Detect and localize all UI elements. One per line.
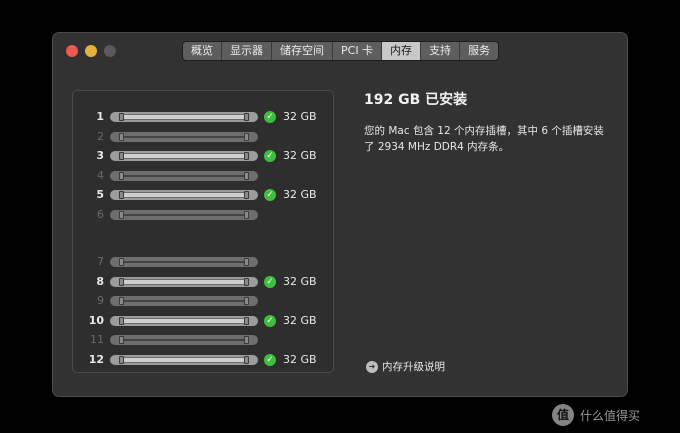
memory-slots-panel: 1 ✓ 32 GB 2 3 ✓ 32 GB 4 5 ✓ 32 GB 6 7 8 ✓ 32 GB 9 10 ✓ 32 G… bbox=[72, 90, 334, 373]
module-size: 32 GB bbox=[283, 314, 317, 327]
tab-service[interactable]: 服务 bbox=[460, 42, 498, 60]
watermark-text: 什么值得买 bbox=[580, 408, 641, 423]
title-bar: 概览 显示器 储存空间 PCI 卡 内存 支持 服务 bbox=[53, 33, 627, 69]
slot-number: 7 bbox=[97, 255, 104, 268]
slot-number: 12 bbox=[88, 353, 104, 366]
memory-upgrade-instructions-label: 内存升级说明 bbox=[382, 361, 445, 373]
module-size: 32 GB bbox=[283, 275, 317, 288]
slot-number: 8 bbox=[96, 275, 104, 288]
checkmark-icon: ✓ bbox=[264, 276, 276, 288]
close-button[interactable] bbox=[66, 45, 78, 57]
memory-slot-6: 6 bbox=[73, 208, 333, 222]
empty-slot bbox=[110, 296, 258, 306]
memory-slot-1: 1 ✓ 32 GB bbox=[73, 110, 333, 124]
watermark-logo: 值 bbox=[552, 404, 574, 426]
checkmark-icon: ✓ bbox=[264, 150, 276, 162]
tab-support[interactable]: 支持 bbox=[421, 42, 461, 60]
empty-slot bbox=[110, 257, 258, 267]
module-size: 32 GB bbox=[283, 353, 317, 366]
module-size: 32 GB bbox=[283, 110, 317, 123]
memory-module bbox=[110, 355, 258, 365]
memory-slot-3: 3 ✓ 32 GB bbox=[73, 149, 333, 163]
tab-memory[interactable]: 内存 bbox=[382, 42, 422, 60]
tab-displays[interactable]: 显示器 bbox=[222, 42, 272, 60]
memory-slot-4: 4 bbox=[73, 169, 333, 183]
about-this-mac-window: 概览 显示器 储存空间 PCI 卡 内存 支持 服务 1 ✓ 32 GB 2 3 ✓ 32 … bbox=[52, 32, 628, 397]
tab-storage[interactable]: 储存空间 bbox=[272, 42, 333, 60]
memory-module bbox=[110, 190, 258, 200]
memory-slot-8: 8 ✓ 32 GB bbox=[73, 275, 333, 289]
memory-slot-10: 10 ✓ 32 GB bbox=[73, 314, 333, 328]
tab-pci-cards[interactable]: PCI 卡 bbox=[333, 42, 383, 60]
memory-slot-11: 11 bbox=[73, 333, 333, 347]
slot-number: 11 bbox=[90, 333, 104, 346]
checkmark-icon: ✓ bbox=[264, 111, 276, 123]
module-size: 32 GB bbox=[283, 149, 317, 162]
memory-slot-2: 2 bbox=[73, 130, 333, 144]
arrow-right-circle-icon: ➜ bbox=[366, 360, 378, 373]
checkmark-icon: ✓ bbox=[264, 354, 276, 366]
memory-module bbox=[110, 277, 258, 287]
memory-slot-12: 12 ✓ 32 GB bbox=[73, 353, 333, 367]
installed-memory-title: 192 GB 已安装 bbox=[364, 92, 468, 108]
empty-slot bbox=[110, 171, 258, 181]
slot-number: 9 bbox=[97, 294, 104, 307]
empty-slot bbox=[110, 335, 258, 345]
tab-overview[interactable]: 概览 bbox=[183, 42, 222, 60]
zoom-button[interactable] bbox=[104, 45, 116, 57]
checkmark-icon: ✓ bbox=[264, 315, 276, 327]
memory-upgrade-instructions-link[interactable]: ➜ 内存升级说明 bbox=[366, 359, 445, 374]
memory-description: 您的 Mac 包含 12 个内存插槽，其中 6 个插槽安装了 2934 MHz … bbox=[364, 125, 604, 153]
slot-number: 3 bbox=[96, 149, 104, 162]
empty-slot bbox=[110, 210, 258, 220]
slot-number: 6 bbox=[97, 208, 104, 221]
memory-slot-5: 5 ✓ 32 GB bbox=[73, 188, 333, 202]
watermark: 值 什么值得买 bbox=[552, 404, 640, 426]
slot-number: 1 bbox=[96, 110, 104, 123]
module-size: 32 GB bbox=[283, 188, 317, 201]
memory-slot-7: 7 bbox=[73, 255, 333, 269]
memory-module bbox=[110, 112, 258, 122]
checkmark-icon: ✓ bbox=[264, 189, 276, 201]
memory-slot-9: 9 bbox=[73, 294, 333, 308]
slot-number: 4 bbox=[97, 169, 104, 182]
minimize-button[interactable] bbox=[85, 45, 97, 57]
slot-number: 10 bbox=[88, 314, 104, 327]
empty-slot bbox=[110, 132, 258, 142]
slot-number: 2 bbox=[97, 130, 104, 143]
slot-number: 5 bbox=[96, 188, 104, 201]
tab-bar: 概览 显示器 储存空间 PCI 卡 内存 支持 服务 bbox=[182, 41, 500, 61]
memory-module bbox=[110, 151, 258, 161]
memory-module bbox=[110, 316, 258, 326]
